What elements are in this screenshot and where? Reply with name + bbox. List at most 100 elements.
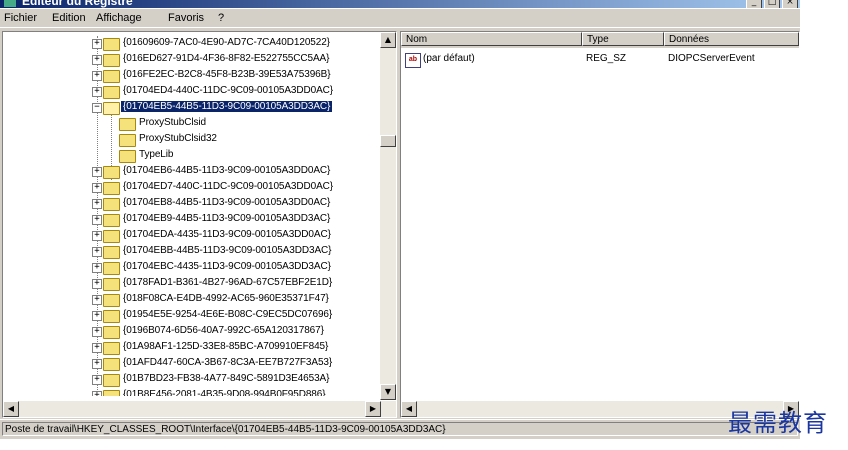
scroll-up-arrow-icon[interactable]: ▲ <box>380 32 396 48</box>
tree-key-item[interactable]: − {01704EB5-44B5-11D3-9C09-00105A3DD3AC} <box>3 100 378 116</box>
list-item[interactable]: ab (par défaut) REG_SZ DIOPCServerEvent <box>401 52 799 68</box>
values-scroll-left-arrow-icon[interactable]: ◀ <box>401 401 417 417</box>
tree-item-label: {01704EB8-44B5-11D3-9C09-00105A3DD0AC} <box>123 197 331 208</box>
tree-key-item[interactable]: + {018F08CA-E4DB-4992-AC65-960E35371F47} <box>3 292 378 308</box>
tree-subkey-item[interactable]: ProxyStubClsid <box>3 116 378 132</box>
minimize-button[interactable]: _ <box>746 0 762 8</box>
folder-icon <box>103 342 120 355</box>
tree-item-label: {01704EB9-44B5-11D3-9C09-00105A3DD3AC} <box>123 213 331 224</box>
watermark-text: 最需教育 <box>728 409 828 437</box>
tree-key-item[interactable]: + {01954E5E-9254-4E6E-B08C-C9EC5DC07696} <box>3 308 378 324</box>
string-value-icon: ab <box>405 53 421 68</box>
menu-favoris[interactable]: Favoris <box>168 12 204 24</box>
scroll-right-arrow-icon[interactable]: ▶ <box>365 401 381 417</box>
tree-key-item[interactable]: + {0178FAD1-B361-4B27-96AD-67C57EBF2E1D} <box>3 276 378 292</box>
folder-icon <box>103 230 120 243</box>
menu-help[interactable]: ? <box>218 12 224 24</box>
folder-icon <box>103 358 120 371</box>
tree-item-label: {01B7BD23-FB38-4A77-849C-5891D3E4653A} <box>123 373 330 384</box>
tree-key-item[interactable]: + {01B7BD23-FB38-4A77-849C-5891D3E4653A} <box>3 372 378 388</box>
tree-key-item[interactable]: + {01704EDA-4435-11D3-9C09-00105A3DD0AC} <box>3 228 378 244</box>
tree-horizontal-scrollbar[interactable]: ◀ ▶ <box>3 401 396 417</box>
tree-item-label: ProxyStubClsid32 <box>139 133 217 144</box>
tree-key-item[interactable]: + {0196B074-6D56-40A7-992C-65A120317867} <box>3 324 378 340</box>
tree-item-label: {01704ED4-440C-11DC-9C09-00105A3DD0AC} <box>123 85 334 96</box>
tree-key-item[interactable]: + {01704EB8-44B5-11D3-9C09-00105A3DD0AC} <box>3 196 378 212</box>
tree-key-item[interactable]: + {01704ED7-440C-11DC-9C09-00105A3DD0AC} <box>3 180 378 196</box>
value-data: DIOPCServerEvent <box>668 53 755 64</box>
status-bar: Poste de travail\HKEY_CLASSES_ROOT\Inter… <box>0 419 800 439</box>
list-header: Nom Type Données <box>401 32 799 48</box>
tree-key-item[interactable]: + {016FE2EC-B2C8-45F8-B23B-39E53A75396B} <box>3 68 378 84</box>
close-button[interactable]: × <box>782 0 798 8</box>
window-controls: _ □ × <box>746 0 798 8</box>
tree-item-label: {018F08CA-E4DB-4992-AC65-960E35371F47} <box>123 293 329 304</box>
key-tree-pane: + {01609609-7AC0-4E90-AD7C-7CA40D120522} +… <box>2 31 397 418</box>
scroll-down-arrow-icon[interactable]: ▼ <box>380 384 396 400</box>
expand-plus-icon[interactable]: + <box>92 295 102 305</box>
tree-key-item[interactable]: + {01A98AF1-125D-33E8-85BC-A709910EF845} <box>3 340 378 356</box>
tree-key-item[interactable]: + {01704EB6-44B5-11D3-9C09-00105A3DD0AC} <box>3 164 378 180</box>
expand-plus-icon[interactable]: + <box>92 279 102 289</box>
expand-plus-icon[interactable]: + <box>92 343 102 353</box>
column-header-type[interactable]: Type <box>582 32 664 46</box>
tree-subkey-item[interactable]: ProxyStubClsid32 <box>3 132 378 148</box>
tree-key-item[interactable]: + {016ED627-91D4-4F36-8F82-E522755CC5AA} <box>3 52 378 68</box>
expand-plus-icon[interactable]: + <box>92 87 102 97</box>
tree-item-label: TypeLib <box>139 149 174 160</box>
expand-plus-icon[interactable]: + <box>92 311 102 321</box>
maximize-button[interactable]: □ <box>764 0 780 8</box>
menu-affichage[interactable]: Affichage <box>96 12 142 24</box>
expand-plus-icon[interactable]: + <box>92 359 102 369</box>
folder-icon <box>103 246 120 259</box>
collapse-minus-icon[interactable]: − <box>92 103 102 113</box>
tree-key-item[interactable]: + {01704EBB-44B5-11D3-9C09-00105A3DD3AC} <box>3 244 378 260</box>
menu-edition[interactable]: Edition <box>52 12 86 24</box>
tree-item-label: {01704EBC-4435-11D3-9C09-00105A3DD3AC} <box>123 261 331 272</box>
tree-key-item[interactable]: + {01609609-7AC0-4E90-AD7C-7CA40D120522} <box>3 36 378 52</box>
expand-plus-icon[interactable]: + <box>92 167 102 177</box>
scroll-left-arrow-icon[interactable]: ◀ <box>3 401 19 417</box>
tree-vertical-scrollbar[interactable]: ▲ ▼ <box>380 32 396 400</box>
column-header-name[interactable]: Nom <box>401 32 582 46</box>
folder-icon <box>119 118 136 131</box>
tree-item-label: {01609609-7AC0-4E90-AD7C-7CA40D120522} <box>123 37 330 48</box>
folder-icon <box>103 182 120 195</box>
expand-plus-icon[interactable]: + <box>92 375 102 385</box>
expand-plus-icon[interactable]: + <box>92 215 102 225</box>
tree-scroll-thumb[interactable] <box>380 135 396 147</box>
folder-icon <box>103 38 120 51</box>
expand-plus-icon[interactable]: + <box>92 327 102 337</box>
column-header-data[interactable]: Données <box>664 32 799 46</box>
expand-plus-icon[interactable]: + <box>92 247 102 257</box>
folder-icon <box>103 214 120 227</box>
expand-plus-icon[interactable]: + <box>92 263 102 273</box>
tree-item-label: {01704EB6-44B5-11D3-9C09-00105A3DD0AC} <box>123 165 331 176</box>
tree-item-label: {01704EB5-44B5-11D3-9C09-00105A3DD3AC} <box>119 100 334 113</box>
folder-icon <box>103 54 120 67</box>
menu-fichier[interactable]: Fichier <box>4 12 37 24</box>
tree-key-item[interactable]: + {01B8E456-2081-4B35-9D08-994B0F95D886} <box>3 388 378 396</box>
tree-subkey-item[interactable]: TypeLib <box>3 148 378 164</box>
tree-key-item[interactable]: + {01704EBC-4435-11D3-9C09-00105A3DD3AC} <box>3 260 378 276</box>
folder-icon <box>103 310 120 323</box>
expand-plus-icon[interactable]: + <box>92 55 102 65</box>
main-frame: + {01609609-7AC0-4E90-AD7C-7CA40D120522} +… <box>0 28 800 419</box>
tree-item-label: {01704EBB-44B5-11D3-9C09-00105A3DD3AC} <box>123 245 332 256</box>
expand-plus-icon[interactable]: + <box>92 199 102 209</box>
folder-icon <box>103 278 120 291</box>
expand-plus-icon[interactable]: + <box>92 183 102 193</box>
tree-item-label: ProxyStubClsid <box>139 117 206 128</box>
tree-key-item[interactable]: + {01704ED4-440C-11DC-9C09-00105A3DD0AC} <box>3 84 378 100</box>
menu-bar: Fichier Edition Affichage Favoris ? <box>0 9 800 27</box>
expand-plus-icon[interactable]: + <box>92 71 102 81</box>
expand-plus-icon[interactable]: + <box>92 39 102 49</box>
tree-key-item[interactable]: + {01704EB9-44B5-11D3-9C09-00105A3DD3AC} <box>3 212 378 228</box>
expand-plus-icon[interactable]: + <box>92 391 102 396</box>
tree-key-item[interactable]: + {01AFD447-60CA-3B67-8C3A-EE7B727F3A53} <box>3 356 378 372</box>
tree-item-label: {01704ED7-440C-11DC-9C09-00105A3DD0AC} <box>123 181 334 192</box>
tree-item-label: {01B8E456-2081-4B35-9D08-994B0F95D886} <box>123 389 326 396</box>
tree-item-label: {01954E5E-9254-4E6E-B08C-C9EC5DC07696} <box>123 309 333 320</box>
tree-item-label: {0178FAD1-B361-4B27-96AD-67C57EBF2E1D} <box>123 277 333 288</box>
expand-plus-icon[interactable]: + <box>92 231 102 241</box>
